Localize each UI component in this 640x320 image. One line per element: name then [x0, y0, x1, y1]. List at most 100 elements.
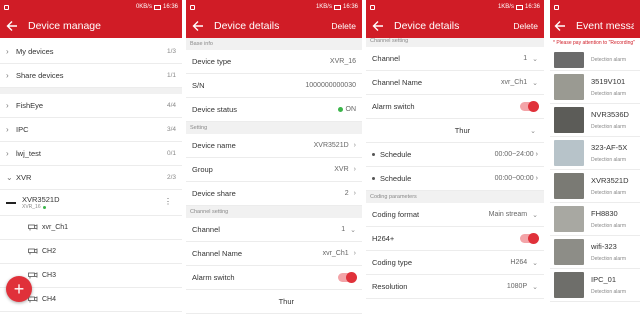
camera-icon — [28, 224, 38, 231]
bullet-icon — [372, 153, 375, 156]
list-item-share-devices[interactable]: › Share devices 1/1 — [0, 64, 182, 88]
alarm-toggle[interactable] — [338, 272, 357, 283]
event-item[interactable]: NVR3536D Detection alarm — [550, 104, 640, 137]
screen-device-manage: 0KB/s 16:36 Device manage › My devices 1… — [0, 0, 182, 320]
chevron-right-icon: › — [535, 151, 538, 158]
channel-row[interactable]: Channel 1 ⌄ — [366, 47, 544, 71]
h264-plus-toggle[interactable] — [520, 233, 539, 244]
device-name: XVR3521D — [22, 195, 60, 204]
channel-label: CH4 — [42, 296, 57, 303]
add-device-button[interactable]: + — [6, 276, 32, 302]
row-value: xvr_Ch1 — [501, 79, 528, 86]
device-item[interactable]: XVR3521D XVR_16 ⋮ — [0, 190, 182, 216]
event-item[interactable]: wifi-323 Detection alarm — [550, 236, 640, 269]
event-thumbnail — [554, 173, 584, 199]
row-value: Main stream — [488, 211, 528, 218]
section-header: Channel setting — [366, 38, 544, 47]
row-value: 1000000000030 — [305, 82, 356, 89]
group-label: lwj_test — [16, 149, 42, 158]
event-device-name: wifi-323 — [591, 242, 617, 251]
resolution-row[interactable]: Resolution 1080P ⌄ — [366, 275, 544, 299]
back-arrow-icon[interactable] — [554, 19, 568, 33]
group-item-ipc[interactable]: › IPC 3/4 — [0, 118, 182, 142]
event-type: Detection alarm — [591, 190, 627, 196]
notification-icon — [4, 4, 9, 10]
status-bar: 1KB/s 16:36 — [366, 0, 544, 14]
device-type-row: Device type XVR_16 — [186, 50, 362, 74]
more-vertical-icon[interactable]: ⋮ — [164, 197, 172, 206]
chevron-right-icon: › — [353, 142, 356, 149]
channel-label: xvr_Ch1 — [42, 224, 69, 231]
online-dot-icon — [42, 205, 46, 209]
device-share-row[interactable]: Device share 2 › — [186, 182, 362, 206]
row-label: Channel — [192, 225, 220, 234]
screen-device-details: 1KB/s 16:36 Device details Delete Base i… — [186, 0, 362, 320]
row-label: Alarm switch — [372, 102, 415, 111]
list-item-label: Share devices — [16, 71, 64, 80]
event-item[interactable]: XVR3521D Detection alarm — [550, 170, 640, 203]
channel-item[interactable]: CH2 — [0, 240, 182, 264]
list-item-count: 1/1 — [166, 72, 176, 79]
back-arrow-icon[interactable] — [6, 19, 20, 33]
chevron-down-icon: ⌄ — [532, 259, 538, 267]
event-device-name: 3519V101 — [591, 77, 626, 86]
alarm-toggle[interactable] — [520, 101, 539, 112]
chevron-right-icon: › — [353, 250, 356, 257]
schedule-label: Schedule — [380, 174, 412, 183]
camera-icon — [28, 248, 38, 255]
row-label: Device type — [192, 57, 232, 66]
event-thumbnail — [554, 206, 584, 232]
app-bar: Device details Delete — [186, 14, 362, 38]
event-thumbnail — [554, 74, 584, 100]
delete-button[interactable]: Delete — [331, 21, 356, 31]
event-item[interactable]: FH8830 Detection alarm — [550, 203, 640, 236]
group-count: 0/1 — [166, 150, 176, 157]
schedule-row[interactable]: Schedule 00:00~00:00 › — [366, 167, 544, 191]
event-type: Detection alarm — [591, 56, 627, 63]
coding-format-row[interactable]: Coding format Main stream ⌄ — [366, 203, 544, 227]
group-item-fisheye[interactable]: › FishEye 4/4 — [0, 94, 182, 118]
list-item-count: 1/3 — [166, 48, 176, 55]
chevron-down-icon: ⌄ — [530, 127, 536, 135]
channel-item[interactable]: xvr_Ch1 — [0, 216, 182, 240]
alarm-switch-row: Alarm switch — [186, 266, 362, 290]
row-label: Group — [192, 165, 213, 174]
row-label: Alarm switch — [192, 273, 235, 282]
event-thumbnail — [554, 239, 584, 265]
day-selector[interactable]: Thur ⌄ — [366, 119, 544, 143]
coding-type-row[interactable]: Coding type H264 ⌄ — [366, 251, 544, 275]
chevron-down-icon: ⌄ — [532, 79, 538, 87]
event-item[interactable]: IPC_01 Detection alarm — [550, 269, 640, 302]
group-row[interactable]: Group XVR › — [186, 158, 362, 182]
day-selector[interactable]: Thur — [186, 290, 362, 314]
group-label: XVR — [16, 173, 32, 182]
event-item[interactable]: Detection alarm — [550, 49, 640, 71]
group-label: FishEye — [16, 101, 44, 110]
event-thumbnail — [554, 51, 584, 68]
event-item[interactable]: 323-AF-5X Detection alarm — [550, 137, 640, 170]
device-name-row[interactable]: Device name XVR3521D › — [186, 134, 362, 158]
back-arrow-icon[interactable] — [372, 19, 386, 33]
schedule-row[interactable]: Schedule 00:00~24:00 › — [366, 143, 544, 167]
event-item[interactable]: 3519V101 Detection alarm — [550, 71, 640, 104]
channel-row[interactable]: Channel 1 ⌄ — [186, 218, 362, 242]
section-header: Channel setting — [186, 206, 362, 218]
battery-icon — [333, 4, 341, 10]
h264-plus-row: H264+ — [366, 227, 544, 251]
camera-icon — [28, 272, 38, 279]
chevron-right-icon: › — [535, 175, 538, 182]
channel-name-row[interactable]: Channel Name xvr_Ch1 › — [186, 242, 362, 266]
list-item-my-devices[interactable]: › My devices 1/3 — [0, 40, 182, 64]
row-label: S/N — [192, 81, 205, 90]
screen-event-message: Event message * Please pay attention to … — [550, 0, 640, 320]
back-arrow-icon[interactable] — [192, 19, 206, 33]
group-item-xvr[interactable]: ⌄ XVR 2/3 — [0, 166, 182, 190]
channel-name-row[interactable]: Channel Name xvr_Ch1 ⌄ — [366, 71, 544, 95]
channel-label: CH3 — [42, 272, 57, 279]
delete-button[interactable]: Delete — [513, 21, 538, 31]
event-type: Detection alarm — [591, 256, 627, 262]
day-value: Thur — [454, 126, 471, 135]
row-label: Device status — [192, 105, 238, 114]
group-item-lwj-test[interactable]: › lwj_test 0/1 — [0, 142, 182, 166]
row-label: Channel — [372, 54, 400, 63]
